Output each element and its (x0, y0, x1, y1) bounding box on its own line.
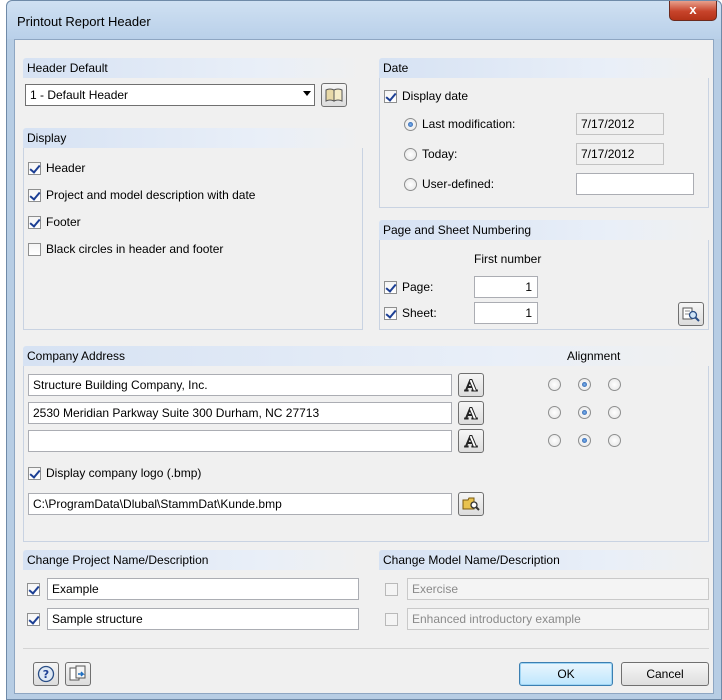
date-panel: Date Display date Last modification: 7/1… (379, 58, 709, 208)
today-radio[interactable] (404, 148, 417, 161)
project-description-input[interactable]: Sample structure (47, 608, 359, 630)
project-description-label: Project and model description with date (46, 188, 256, 202)
help-button[interactable]: ? (33, 662, 59, 686)
font-icon: A (464, 403, 478, 423)
date-title: Date (379, 58, 709, 78)
project-title: Change Project Name/Description (23, 550, 363, 570)
model-description-checkbox[interactable] (385, 613, 398, 626)
cancel-button[interactable]: Cancel (621, 662, 709, 686)
today-value: 7/17/2012 (576, 143, 664, 165)
footer-checkbox-label: Footer (46, 215, 81, 229)
black-circles-checkbox[interactable] (28, 243, 41, 256)
display-logo-label: Display company logo (.bmp) (46, 466, 202, 480)
page-label: Page: (402, 280, 434, 294)
first-number-label: First number (474, 252, 542, 266)
header-default-value: 1 - Default Header (30, 88, 129, 102)
chevron-down-icon (303, 91, 311, 96)
numbering-panel: Page and Sheet Numbering First number Pa… (379, 220, 709, 330)
company-line-3-font-button[interactable]: A (458, 429, 484, 453)
company-address-panel: Company Address Alignment Structure Buil… (23, 346, 709, 542)
line-1-align-left-radio[interactable] (548, 378, 561, 391)
project-description-change-checkbox[interactable] (27, 613, 40, 626)
footer-checkbox[interactable] (28, 216, 41, 229)
numbering-details-button[interactable] (678, 302, 704, 326)
footer-separator (23, 648, 709, 649)
header-checkbox-label: Header (46, 161, 86, 175)
sheet-label: Sheet: (402, 306, 437, 320)
title-bar[interactable]: Printout Report Header x (7, 1, 721, 39)
font-icon: A (464, 431, 478, 451)
model-title: Change Model Name/Description (379, 550, 709, 570)
last-modification-radio[interactable] (404, 118, 417, 131)
font-icon: A (464, 375, 478, 395)
export-button[interactable] (65, 662, 91, 686)
company-line-2-input[interactable]: 2530 Meridian Parkway Suite 300 Durham, … (28, 402, 452, 424)
model-name-input[interactable]: Exercise (407, 578, 709, 600)
company-line-1-font-button[interactable]: A (458, 373, 484, 397)
last-modification-value: 7/17/2012 (576, 113, 664, 135)
company-line-1-input[interactable]: Structure Building Company, Inc. (28, 374, 452, 396)
folder-browse-icon (462, 497, 480, 511)
browse-logo-button[interactable] (458, 492, 484, 516)
ok-button[interactable]: OK (519, 662, 613, 686)
black-circles-label: Black circles in header and footer (46, 242, 224, 256)
line-2-align-left-radio[interactable] (548, 406, 561, 419)
help-icon: ? (37, 665, 55, 683)
user-defined-label: User-defined: (422, 177, 495, 191)
window-title: Printout Report Header (17, 14, 151, 29)
today-label: Today: (422, 147, 458, 161)
logo-path-input[interactable]: C:\ProgramData\Dlubal\StammDat\Kunde.bmp (28, 493, 452, 515)
dialog-window: Printout Report Header x Header Default … (6, 0, 722, 700)
help-glyph: ? (43, 668, 49, 681)
project-description-checkbox[interactable] (28, 189, 41, 202)
company-line-2-font-button[interactable]: A (458, 401, 484, 425)
line-1-align-center-radio[interactable] (578, 378, 591, 391)
last-modification-label: Last modification: (422, 117, 516, 131)
display-date-label: Display date (402, 89, 469, 103)
sheet-number-input[interactable]: 1 (474, 302, 538, 324)
line-3-align-left-radio[interactable] (548, 434, 561, 447)
page-checkbox[interactable] (384, 281, 397, 294)
header-default-title: Header Default (23, 58, 363, 78)
header-library-button[interactable] (321, 83, 347, 107)
header-default-panel: Header Default 1 - Default Header (23, 58, 363, 110)
model-name-checkbox[interactable] (385, 583, 398, 596)
alignment-title: Alignment (567, 349, 621, 363)
user-defined-radio[interactable] (404, 178, 417, 191)
line-2-align-right-radio[interactable] (608, 406, 621, 419)
display-logo-checkbox[interactable] (28, 467, 41, 480)
project-name-input[interactable]: Example (47, 578, 359, 600)
display-date-checkbox[interactable] (384, 90, 397, 103)
project-panel: Change Project Name/Description Example … (23, 550, 363, 636)
magnifier-icon (682, 307, 700, 322)
model-description-input[interactable]: Enhanced introductory example (407, 608, 709, 630)
sheet-checkbox[interactable] (384, 307, 397, 320)
header-default-dropdown[interactable]: 1 - Default Header (25, 84, 315, 106)
line-1-align-right-radio[interactable] (608, 378, 621, 391)
company-line-3-input[interactable] (28, 430, 452, 452)
user-defined-date-input[interactable] (576, 173, 694, 195)
book-icon (325, 88, 343, 102)
header-checkbox[interactable] (28, 162, 41, 175)
document-export-icon (69, 665, 86, 681)
display-title: Display (23, 128, 363, 148)
numbering-title: Page and Sheet Numbering (379, 220, 709, 240)
line-2-align-center-radio[interactable] (578, 406, 591, 419)
line-3-align-right-radio[interactable] (608, 434, 621, 447)
page-number-input[interactable]: 1 (474, 276, 538, 298)
dialog-client: Header Default 1 - Default Header Displa… (14, 39, 714, 694)
close-button[interactable]: x (669, 1, 717, 21)
project-name-checkbox[interactable] (27, 583, 40, 596)
model-panel: Change Model Name/Description Exercise E… (379, 550, 709, 636)
line-3-align-center-radio[interactable] (578, 434, 591, 447)
display-panel: Display Header Project and model descrip… (23, 128, 363, 330)
